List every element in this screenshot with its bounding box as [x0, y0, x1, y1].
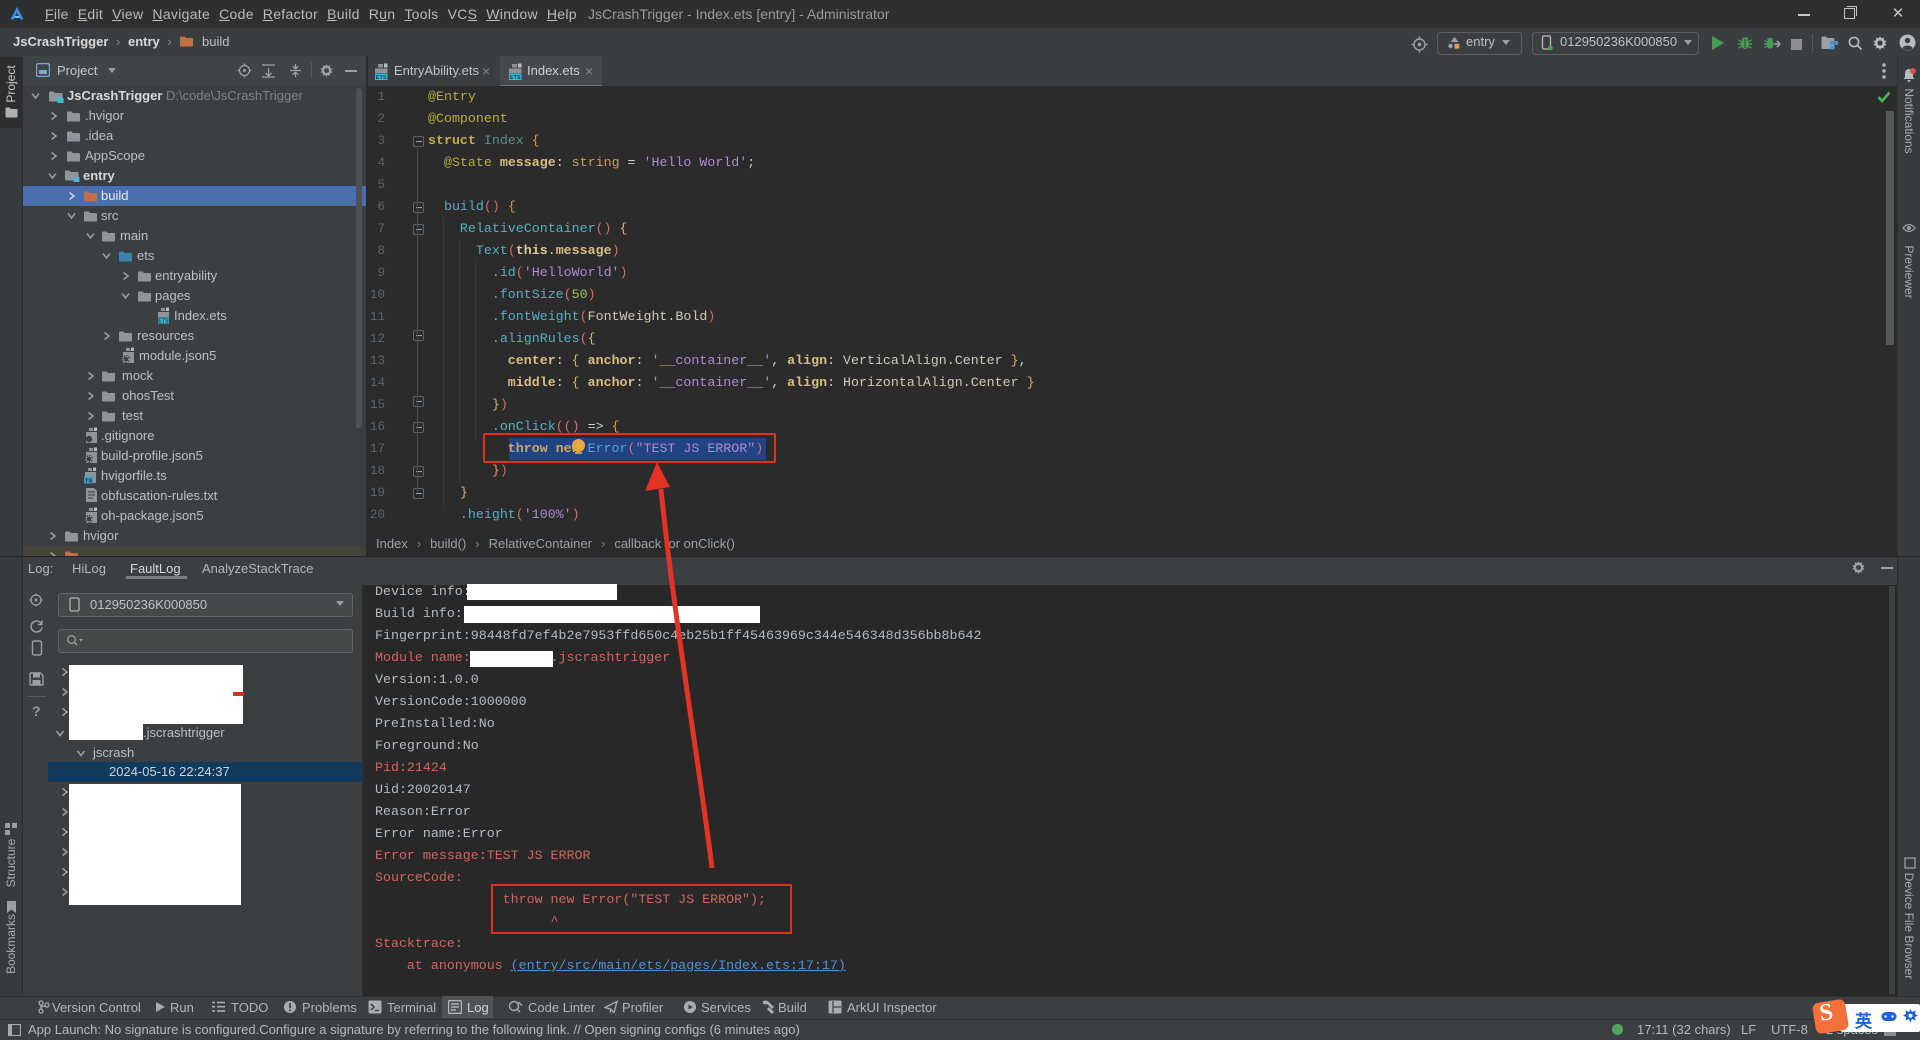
svg-text:ETS: ETS	[510, 75, 521, 80]
svg-text:TS: TS	[85, 478, 93, 484]
svg-text:ETS: ETS	[158, 319, 169, 324]
svg-text:ETS: ETS	[376, 75, 387, 80]
